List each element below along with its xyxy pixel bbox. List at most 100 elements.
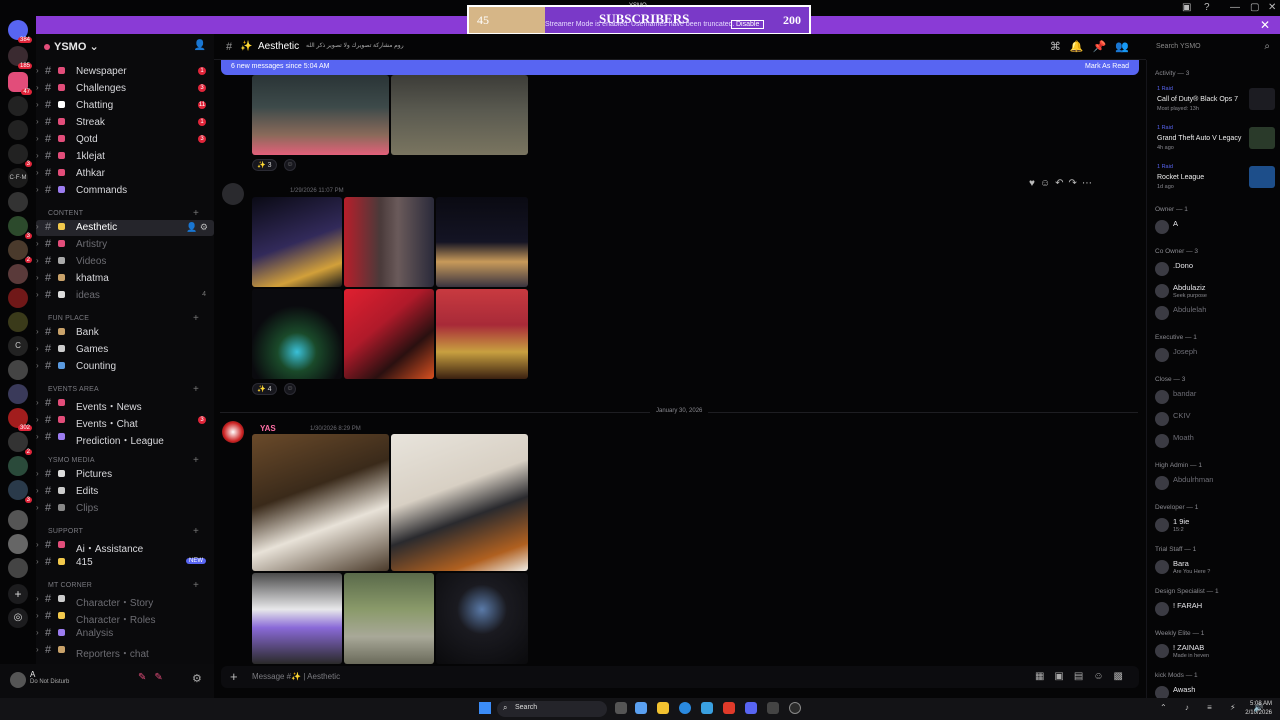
channel-settings-icon[interactable]: 👤 ⚙ [186, 222, 208, 233]
channel-topic[interactable]: روم مشاركة تصويرك ولا تصوير ذكر الله [306, 42, 404, 49]
attachment-image[interactable] [391, 75, 528, 155]
channel-qotd[interactable]: › # Qotd 3 [36, 132, 214, 148]
member-row[interactable]: Abdulrhman [1153, 472, 1279, 494]
edge-icon[interactable] [679, 702, 691, 714]
maximize-icon[interactable]: ▢ [1250, 2, 1259, 13]
channel-events-chat[interactable]: › # Events・Chat 3 [36, 413, 214, 430]
deafen-icon[interactable]: ✎ [154, 672, 170, 683]
task-view-icon[interactable] [615, 702, 627, 714]
category-ysmo-media[interactable]: YSMO MEDIA + [48, 455, 199, 466]
channel-counting[interactable]: › # Counting [36, 359, 214, 375]
attachment-image[interactable] [252, 197, 342, 287]
inbox-icon[interactable]: ▣ [1182, 2, 1191, 13]
plus-icon[interactable]: + [193, 580, 199, 591]
server-icon[interactable] [8, 288, 28, 308]
server-icon[interactable] [8, 510, 28, 530]
channel-edits[interactable]: › # Edits [36, 484, 214, 500]
avatar[interactable] [10, 672, 26, 688]
channel-artistry[interactable]: › # Artistry [36, 237, 214, 253]
clock[interactable]: 5:08 AM 2/10/2026 [1245, 700, 1272, 718]
category-events-area[interactable]: EVENTS AREA + [48, 384, 199, 395]
channel-bank[interactable]: › # Bank [36, 325, 214, 341]
reaction-chip[interactable]: ✨ 3 [252, 159, 277, 171]
channel-streak[interactable]: › # Streak 1 [36, 115, 214, 131]
activity-card[interactable]: 1 Raid Call of Duty® Black Ops 7 Most play… [1153, 86, 1279, 122]
obs-icon[interactable] [789, 702, 801, 714]
member-row[interactable]: ! ZAINAB Made in heven [1153, 640, 1279, 662]
member-row[interactable]: A [1153, 216, 1279, 238]
reaction-chip[interactable]: ✨ 4 [252, 383, 277, 395]
channel-newspaper[interactable]: › # Newspaper 1 [36, 64, 214, 80]
mark-as-read-button[interactable]: Mark As Read [1085, 63, 1129, 70]
channel-events-news[interactable]: › # Events・News [36, 396, 214, 413]
close-icon[interactable]: ✕ [1260, 18, 1270, 32]
add-server-icon[interactable]: + [8, 584, 28, 604]
more-icon[interactable]: ⋯ [1082, 178, 1097, 189]
channel-khatma[interactable]: › # khatma [36, 271, 214, 287]
minimize-icon[interactable]: — [1230, 2, 1240, 13]
member-row[interactable]: Abdulaziz Seek purpose [1153, 280, 1279, 302]
attachment-image[interactable] [252, 75, 389, 155]
taskbar-search[interactable]: ⌕ Search [497, 701, 607, 717]
category-mt-corner[interactable]: MT CORNER + [48, 580, 199, 591]
mute-mic-icon[interactable]: ✎ [138, 672, 154, 683]
emoji-icon[interactable]: ☺ [1093, 671, 1113, 682]
channel-athkar[interactable]: › # Athkar [36, 166, 214, 182]
attachment-image[interactable] [252, 434, 389, 571]
channel-clips[interactable]: › # Clips [36, 501, 214, 517]
plus-icon[interactable]: + [193, 384, 199, 395]
start-button-icon[interactable] [479, 702, 491, 714]
channel-games[interactable]: › # Games [36, 342, 214, 358]
help-icon[interactable]: ? [1204, 2, 1210, 13]
channel-aesthetic[interactable]: › # Aesthetic 👤 ⚙ [36, 220, 214, 236]
member-row[interactable]: CKIV [1153, 408, 1279, 430]
store-icon[interactable] [701, 702, 713, 714]
member-row[interactable]: bandar [1153, 386, 1279, 408]
channel-reporters-chat[interactable]: › # Reporters・chat [36, 643, 214, 660]
channel-challenges[interactable]: › # Challenges 3 [36, 81, 214, 97]
server-icon[interactable]: 3 [8, 480, 32, 503]
server-icon[interactable] [8, 312, 28, 332]
category-fun-place[interactable]: FUN PLACE + [48, 313, 199, 324]
forward-icon[interactable]: ↷ [1069, 178, 1082, 189]
channel-commands[interactable]: › # Commands [36, 183, 214, 199]
channel-ideas[interactable]: › # ideas 4 [36, 288, 214, 304]
plus-icon[interactable]: + [193, 526, 199, 537]
heart-reaction-icon[interactable]: ♥ [1029, 178, 1040, 189]
server-icon[interactable] [8, 534, 28, 554]
attachment-image[interactable] [252, 289, 342, 379]
channel-415[interactable]: › #415 NEW [36, 555, 214, 571]
server-icon[interactable]: 2 [8, 432, 32, 455]
channel-pictures[interactable]: › # Pictures [36, 467, 214, 483]
server-icon[interactable] [8, 558, 28, 578]
gear-icon[interactable]: ⚙ [192, 672, 202, 685]
avatar[interactable] [222, 183, 244, 205]
attachment-image[interactable] [252, 573, 342, 664]
attachment-image[interactable] [436, 573, 528, 664]
channel-1klejat[interactable]: › #1klejat [36, 149, 214, 165]
member-row[interactable]: Bara Are You Here ? [1153, 556, 1279, 578]
attachment-image[interactable] [344, 573, 434, 664]
attach-plus-icon[interactable]: + [230, 669, 238, 684]
attachment-image[interactable] [344, 289, 434, 379]
message-composer[interactable]: + Message #✨ | Aesthetic ▦▣▤☺▩ [221, 666, 1139, 688]
member-row[interactable]: Moath [1153, 430, 1279, 452]
plus-icon[interactable]: + [193, 313, 199, 324]
disable-streamer-mode-button[interactable]: Disable [731, 20, 765, 29]
channel-character-roles[interactable]: › # Character・Roles [36, 609, 214, 626]
plus-icon[interactable]: + [193, 455, 199, 466]
new-messages-bar[interactable]: 6 new messages since 5:04 AM Mark As Rea… [221, 60, 1139, 75]
brave-icon[interactable] [723, 702, 735, 714]
channel-analysis[interactable]: › # Analysis [36, 626, 214, 642]
home-icon[interactable]: 384 [8, 20, 32, 43]
add-reaction-icon[interactable]: ☺ [284, 383, 296, 395]
server-icon[interactable]: 3 [8, 144, 32, 167]
emoji-icon[interactable]: ☺ [1040, 178, 1055, 189]
apps-icon[interactable]: ▩ [1114, 671, 1133, 682]
server-icon[interactable]: C·F·M [8, 168, 28, 188]
server-icon[interactable] [8, 360, 28, 380]
discover-icon[interactable]: ◎ [8, 608, 28, 628]
reply-icon[interactable]: ↶ [1055, 178, 1068, 189]
attachment-image[interactable] [344, 197, 434, 287]
add-reaction-icon[interactable]: ☺ [284, 159, 296, 171]
